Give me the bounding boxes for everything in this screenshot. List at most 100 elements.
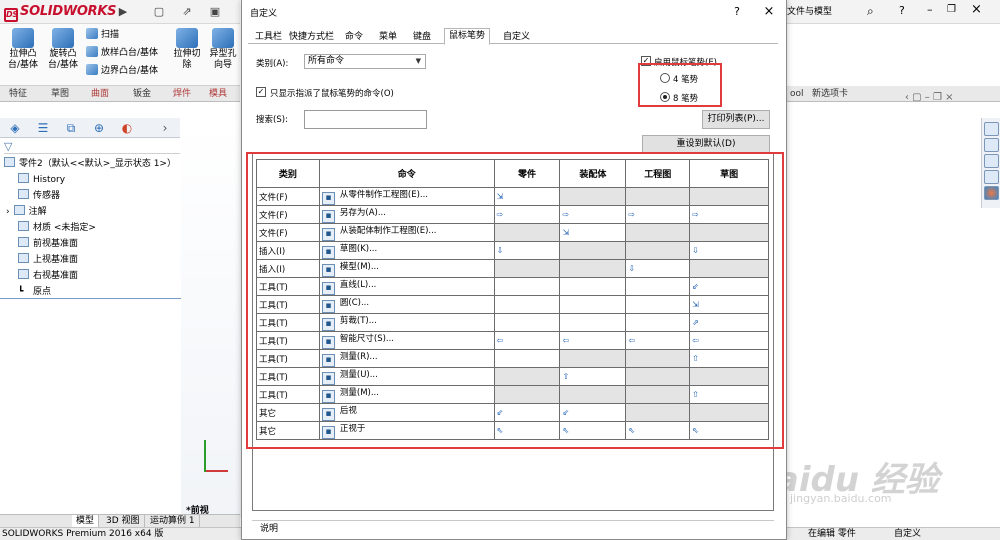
tab-shortcut-bars[interactable]: 快捷方式栏 [284,29,339,44]
filter-icon[interactable]: ▽ [4,140,12,153]
gesture-cell-assembly[interactable] [559,313,627,332]
gesture-cell-drawing[interactable] [625,277,691,296]
graphics-area[interactable] [181,118,241,518]
status-custom[interactable]: 自定义 [894,528,921,540]
home-icon[interactable] [984,122,999,136]
gesture-cell-part[interactable]: ⇨ [493,205,561,224]
table-row[interactable]: 工具(T) ▪ 测量(M)... ⇧ [256,385,769,404]
radio-4-gestures[interactable] [660,73,670,83]
save-icon[interactable]: ▣ [208,5,222,19]
tab-ool[interactable]: ool [785,87,809,101]
col-category[interactable]: 类别 [256,159,320,188]
gesture-cell-sketch[interactable]: ⇨ [689,205,769,224]
tab-mouse-gestures[interactable]: 鼠标笔势 [444,28,491,45]
solidworks-logo[interactable]: DS SOLIDWORKS [4,4,116,22]
design-library-icon[interactable] [984,138,999,152]
display-manager-tab-icon[interactable]: ◐ [116,120,138,136]
tree-item-sensors[interactable]: 传感器 [18,188,60,204]
open-file-icon[interactable]: ⇗ [180,5,194,19]
gesture-cell-assembly[interactable] [559,295,627,314]
tab-mold-tools[interactable]: 模具工 [204,87,240,101]
gesture-cell-assembly[interactable]: ⇲ [559,223,627,242]
gesture-cell-assembly[interactable] [559,385,627,404]
gesture-cell-drawing[interactable] [625,349,691,368]
panel-collapse-icon[interactable]: › [154,120,176,136]
radio-8-gestures[interactable] [660,92,670,102]
gesture-cell-assembly[interactable] [559,187,627,206]
gesture-cell-sketch[interactable] [689,259,769,278]
gesture-cell-part[interactable]: ⇩ [493,241,561,260]
gesture-cell-part[interactable] [493,295,561,314]
table-row[interactable]: 文件(F) ▪ 另存为(A)... ⇨ ⇨ ⇨ ⇨ [256,205,769,224]
table-row[interactable]: 工具(T) ▪ 直线(L)... ⇙ [256,277,769,296]
feature-tree-tab-icon[interactable]: ◈ [4,120,26,136]
gesture-cell-sketch[interactable]: ⇗ [689,313,769,332]
tab-sketch[interactable]: 草图 [46,87,74,101]
file-explorer-icon[interactable] [984,154,999,168]
table-row[interactable]: 工具(T) ▪ 智能尺寸(S)... ⇦ ⇦ ⇦ ⇦ [256,331,769,350]
gesture-cell-drawing[interactable]: ⇦ [625,331,691,350]
boundary-button[interactable]: 边界凸台/基体 [86,64,158,78]
search-input[interactable]: 文件与模型 [787,5,863,19]
gesture-cell-assembly[interactable] [559,277,627,296]
gesture-cell-drawing[interactable] [625,385,691,404]
col-sketch[interactable]: 草图 [689,159,769,188]
gesture-cell-sketch[interactable] [689,187,769,206]
table-row[interactable]: 其它 ▪ 后视 ⇙ ⇙ [256,403,769,422]
gesture-cell-sketch[interactable]: ⇦ [689,331,769,350]
gesture-cell-drawing[interactable] [625,223,691,242]
minimize-icon[interactable]: – [927,3,933,16]
configuration-tab-icon[interactable]: ⧉ [60,120,82,136]
gesture-cell-part[interactable] [493,385,561,404]
table-row[interactable]: 工具(T) ▪ 剪裁(T)... ⇗ [256,313,769,332]
gesture-cell-part[interactable] [493,367,561,386]
gesture-cell-drawing[interactable]: ⇨ [625,205,691,224]
restore-icon[interactable]: ❐ [947,4,956,15]
tree-item-annotations[interactable]: › 注解 [6,204,47,220]
gesture-cell-assembly[interactable]: ⇦ [559,331,627,350]
gesture-cell-part[interactable]: ⇲ [493,187,561,206]
search-icon[interactable]: ⌕ [867,4,874,19]
gesture-cell-assembly[interactable] [559,349,627,368]
tab-commands[interactable]: 命令 [340,29,368,44]
dialog-close-icon[interactable]: × [758,3,780,21]
table-row[interactable]: 文件(F) ▪ 从装配体制作工程图(E)... ⇲ [256,223,769,242]
tree-item-material[interactable]: 材质 <未指定> [18,220,96,236]
gesture-cell-part[interactable] [493,259,561,278]
gesture-cell-sketch[interactable]: ⇙ [689,277,769,296]
gesture-cell-assembly[interactable]: ⇖ [559,421,627,440]
gesture-cell-part[interactable] [493,223,561,242]
table-row[interactable]: 工具(T) ▪ 测量(R)... ⇧ [256,349,769,368]
gesture-cell-assembly[interactable]: ⇧ [559,367,627,386]
appearances-icon[interactable] [984,186,999,200]
col-assembly[interactable]: 装配体 [559,159,627,188]
gesture-cell-sketch[interactable]: ⇧ [689,349,769,368]
table-row[interactable]: 插入(I) ▪ 模型(M)... ⇩ [256,259,769,278]
doc-window-controls[interactable]: ‹ ▢ – ❐ × [905,92,954,103]
gesture-cell-drawing[interactable] [625,241,691,260]
gesture-cell-drawing[interactable] [625,187,691,206]
close-window-icon[interactable]: × [971,2,982,17]
extrude-cut-button[interactable]: 拉伸切除 [172,26,202,71]
tab-menus[interactable]: 菜单 [374,29,402,44]
gesture-cell-assembly[interactable]: ⇨ [559,205,627,224]
gesture-cell-part[interactable]: ⇖ [493,421,561,440]
revolve-boss-button[interactable]: 旋转凸台/基体 [44,26,82,71]
gesture-cell-assembly[interactable] [559,259,627,278]
tab-new[interactable]: 新选项卡 [807,87,853,101]
gesture-cell-assembly[interactable]: ⇙ [559,403,627,422]
view-palette-icon[interactable] [984,170,999,184]
gesture-cell-drawing[interactable] [625,367,691,386]
help-icon[interactable]: ? [899,4,905,17]
col-command[interactable]: 命令 [318,159,495,188]
gesture-cell-sketch[interactable]: ⇖ [689,421,769,440]
table-row[interactable]: 工具(T) ▪ 圆(C)... ⇲ [256,295,769,314]
new-file-icon[interactable]: ▢ [152,5,166,19]
property-manager-tab-icon[interactable]: ☰ [32,120,54,136]
col-part[interactable]: 零件 [493,159,561,188]
tree-item-history[interactable]: History [18,172,65,188]
gesture-search-input[interactable] [304,110,427,129]
table-row[interactable]: 插入(I) ▪ 草图(K)... ⇩ ⇩ [256,241,769,260]
table-row[interactable]: 其它 ▪ 正视于 ⇖ ⇖ ⇖ ⇖ [256,421,769,440]
extrude-boss-button[interactable]: 拉伸凸台/基体 [4,26,42,71]
